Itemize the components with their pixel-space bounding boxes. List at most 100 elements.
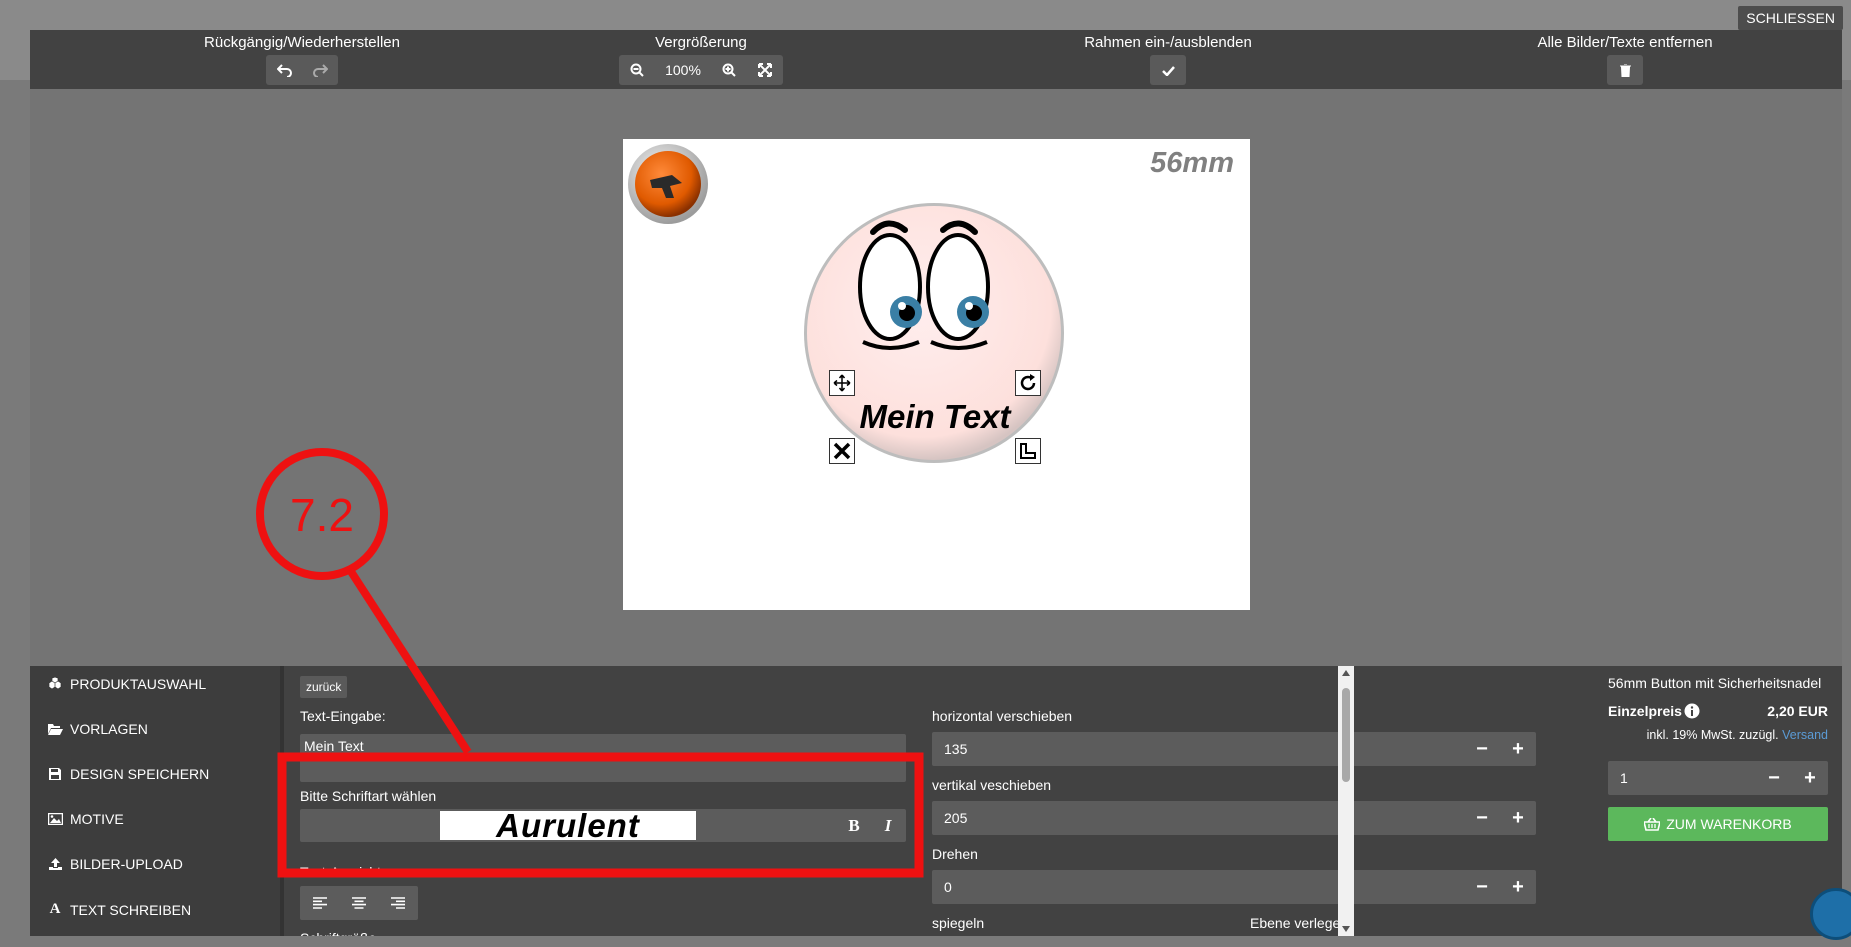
unit-price-label: Einzelpreis <box>1608 703 1700 719</box>
text-input[interactable]: Mein Text <box>300 734 906 782</box>
plus-icon[interactable]: + <box>1500 801 1536 835</box>
quantity-value: 1 <box>1620 770 1628 786</box>
info-icon <box>1684 703 1700 719</box>
button-size-label: 56mm <box>1150 147 1234 179</box>
zoom-in-button[interactable] <box>711 55 747 85</box>
remove-all-group: Alle Bilder/Texte entfernen <box>1500 33 1750 85</box>
italic-button[interactable]: I <box>874 812 902 840</box>
rotate-input[interactable]: 0 − + <box>932 870 1536 904</box>
undo-button[interactable] <box>266 55 302 85</box>
zoom-value: 100% <box>665 62 701 78</box>
shipping-link[interactable]: Versand <box>1782 728 1828 742</box>
horizontal-move-value: 135 <box>944 741 968 757</box>
vertical-move-label: vertikal veschieben <box>932 777 1052 793</box>
remove-all-label: Alle Bilder/Texte entfernen <box>1537 34 1713 51</box>
image-icon <box>44 813 66 825</box>
font-select[interactable]: Aurulent <box>440 807 696 844</box>
panel-scrollbar[interactable] <box>1338 666 1354 936</box>
sidebar-item-label: VORLAGEN <box>70 721 148 737</box>
redo-icon <box>312 63 328 77</box>
sidebar-item-design-speichern[interactable]: DESIGN SPEICHERN <box>44 766 209 782</box>
align-center-button[interactable] <box>339 886 378 920</box>
plus-icon[interactable]: + <box>1792 761 1828 795</box>
sidebar-item-label: TEXT SCHREIBEN <box>70 901 192 918</box>
minus-icon[interactable]: − <box>1756 761 1792 795</box>
scroll-down-icon <box>1342 926 1350 932</box>
sidebar-item-label: BILDER-UPLOAD <box>70 856 183 872</box>
redo-button[interactable] <box>302 55 338 85</box>
minus-icon[interactable]: − <box>1464 801 1500 835</box>
horizontal-move-label: horizontal verschieben <box>932 708 1073 724</box>
checkmark-icon <box>1161 65 1175 76</box>
scroll-up-icon <box>1342 670 1350 676</box>
zoom-in-icon <box>722 63 736 77</box>
tax-note-text: inkl. 19% MwSt. zuzügl. <box>1646 728 1779 742</box>
cart-panel: 56mm Button mit Sicherheitsnadel Einzelp… <box>1592 666 1842 936</box>
sidebar-item-text-schreiben[interactable]: A TEXT SCHREIBEN <box>44 901 192 918</box>
font-select-label: Bitte Schriftart wählen <box>300 788 437 804</box>
align-right-button[interactable] <box>378 886 417 920</box>
zoom-out-button[interactable] <box>619 55 655 85</box>
close-icon <box>833 442 851 460</box>
rotate-handle[interactable] <box>1015 370 1041 396</box>
editor-toolbar: Rückgängig/Wiederherstellen Vergrößerung… <box>30 30 1842 89</box>
sidebar-item-bilder-upload[interactable]: BILDER-UPLOAD <box>44 856 183 872</box>
remove-all-button[interactable] <box>1607 55 1643 85</box>
frame-toggle-group: Rahmen ein-/ausblenden <box>1068 33 1268 85</box>
sidebar-item-motive[interactable]: MOTIVE <box>44 811 124 827</box>
move-icon <box>833 374 851 392</box>
layer-label: Ebene verlegen <box>1250 915 1349 931</box>
align-left-button[interactable] <box>300 886 339 920</box>
font-size-label: Schriftgröße <box>300 930 376 936</box>
add-to-cart-label: ZUM WARENKORB <box>1666 816 1792 832</box>
plus-icon[interactable]: + <box>1500 732 1536 766</box>
sidebar-item-produktauswahl[interactable]: PRODUKTAUSWAHL <box>44 676 206 692</box>
design-canvas[interactable]: 56mm Mein Text <box>623 139 1250 610</box>
add-to-cart-button[interactable]: ZUM WARENKORB <box>1608 807 1828 841</box>
expand-icon <box>758 63 772 77</box>
zoom-out-icon <box>630 63 644 77</box>
text-object-selection[interactable]: Mein Text <box>829 370 1041 464</box>
fit-screen-button[interactable] <box>747 55 783 85</box>
minus-icon[interactable]: − <box>1464 732 1500 766</box>
sidebar-item-vorlagen[interactable]: VORLAGEN <box>44 721 148 737</box>
delete-handle[interactable] <box>829 438 855 464</box>
rotate-value: 0 <box>944 879 952 895</box>
plus-icon[interactable]: + <box>1500 870 1536 904</box>
minus-icon[interactable]: − <box>1464 870 1500 904</box>
sidebar-item-label: PRODUKTAUSWAHL <box>70 676 207 692</box>
sidebar-item-label: MOTIVE <box>70 811 124 827</box>
scrollbar-thumb[interactable] <box>1342 688 1350 782</box>
undo-redo-group: Rückgängig/Wiederherstellen <box>182 33 422 85</box>
floppy-disk-icon <box>44 768 66 780</box>
text-object[interactable]: Mein Text <box>842 383 1028 451</box>
resize-handle[interactable] <box>1015 438 1041 464</box>
frame-toggle-button[interactable] <box>1150 55 1186 85</box>
shop-logo <box>628 144 708 224</box>
bottom-panel: PRODUKTAUSWAHL VORLAGEN DESIGN SPEICHERN… <box>30 666 1842 936</box>
resize-icon <box>1020 443 1036 459</box>
align-center-icon <box>351 897 366 909</box>
tax-note: inkl. 19% MwSt. zuzügl. Versand <box>1647 728 1828 742</box>
horizontal-move-input[interactable]: 135 − + <box>932 732 1536 766</box>
rotate-label: Drehen <box>932 846 978 862</box>
product-name: 56mm Button mit Sicherheitsnadel <box>1608 675 1822 691</box>
rotate-icon <box>1020 374 1036 391</box>
close-button[interactable]: SCHLIESSEN <box>1738 6 1843 30</box>
font-select-row: Aurulent B I <box>300 807 906 844</box>
designer-editor: Rückgängig/Wiederherstellen Vergrößerung… <box>30 30 1842 936</box>
vertical-move-value: 205 <box>944 810 968 826</box>
cubes-icon <box>44 677 66 691</box>
zoom-group: Vergrößerung 100% <box>616 33 786 85</box>
tools-sidebar: PRODUKTAUSWAHL VORLAGEN DESIGN SPEICHERN… <box>30 666 280 936</box>
back-button[interactable]: zurück <box>300 676 348 698</box>
undo-redo-label: Rückgängig/Wiederherstellen <box>204 34 400 51</box>
quantity-stepper[interactable]: 1 − + <box>1608 761 1828 795</box>
text-alignment-group <box>300 886 418 920</box>
unit-price-value: 2,20 EUR <box>1767 703 1828 719</box>
bold-button[interactable]: B <box>840 812 868 840</box>
move-handle[interactable] <box>829 370 855 396</box>
upload-icon <box>44 858 66 870</box>
sidebar-item-label: DESIGN SPEICHERN <box>70 766 210 782</box>
vertical-move-input[interactable]: 205 − + <box>932 801 1536 835</box>
